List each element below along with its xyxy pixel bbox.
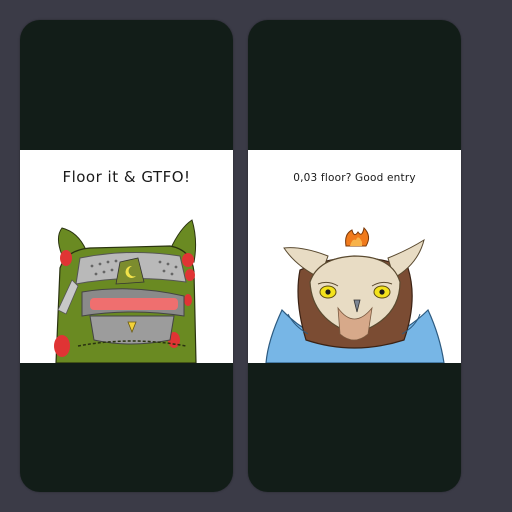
armored-owl-illustration [54, 219, 197, 363]
meme-card-left: Floor it & GTFO! [20, 20, 233, 492]
comic-panel-right: 0,03 floor? Good entry [248, 150, 461, 363]
owl-king-illustration [265, 226, 445, 363]
comic-panel-left: Floor it & GTFO! [20, 150, 233, 363]
meme-card-right: 0,03 floor? Good entry [248, 20, 461, 492]
